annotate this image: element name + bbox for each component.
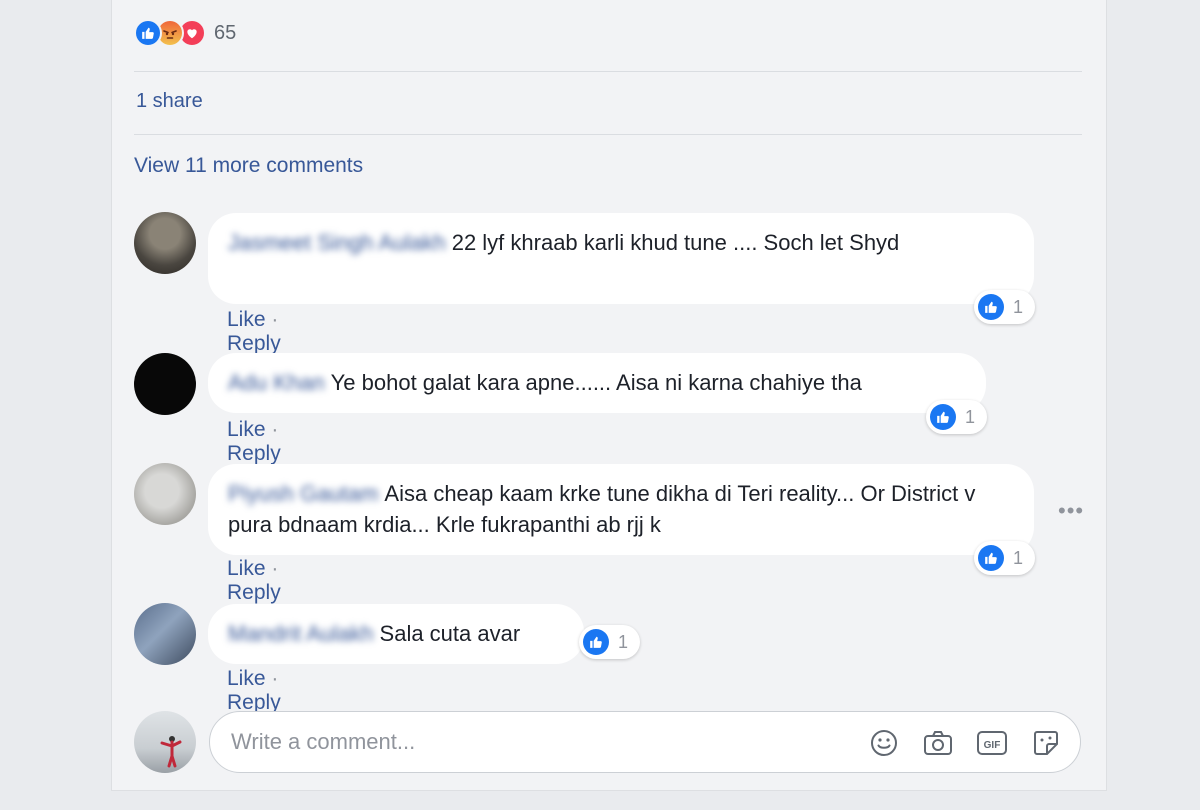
avatar[interactable] bbox=[134, 603, 196, 665]
sticker-icon[interactable] bbox=[1029, 726, 1063, 760]
comment-like-count[interactable]: 1 bbox=[974, 541, 1036, 575]
reaction-count[interactable]: 65 bbox=[214, 22, 236, 45]
gif-icon[interactable]: GIF bbox=[975, 726, 1009, 760]
avatar[interactable] bbox=[134, 353, 196, 415]
more-options-icon[interactable]: ••• bbox=[1058, 498, 1084, 524]
like-reaction-icon bbox=[134, 19, 162, 47]
comment-input[interactable]: Write a comment... GIF bbox=[209, 711, 1081, 773]
comment-bubble: Piyush Gautam Aisa cheap kaam krke tune d… bbox=[208, 464, 1034, 555]
svg-text:GIF: GIF bbox=[984, 740, 1001, 751]
separator: · bbox=[265, 667, 279, 690]
divider bbox=[134, 134, 1082, 135]
comment-text: Sala cuta avar bbox=[379, 621, 521, 646]
like-icon bbox=[978, 545, 1004, 571]
comment-like-count[interactable]: 1 bbox=[579, 625, 641, 659]
like-icon bbox=[583, 629, 609, 655]
comment-input-placeholder: Write a comment... bbox=[231, 729, 416, 754]
reply-button[interactable]: Reply bbox=[227, 332, 281, 355]
separator: · bbox=[265, 308, 279, 331]
reply-button[interactable]: Reply bbox=[227, 442, 281, 465]
avatar[interactable] bbox=[134, 212, 196, 274]
share-count-link[interactable]: 1 share bbox=[136, 90, 203, 113]
like-button[interactable]: Like bbox=[227, 418, 266, 441]
comment-author[interactable]: Piyush Gautam bbox=[228, 481, 378, 506]
like-count-number: 1 bbox=[618, 631, 629, 652]
emoji-icon[interactable] bbox=[867, 726, 901, 760]
separator: · bbox=[265, 418, 279, 441]
like-icon bbox=[930, 404, 956, 430]
comment-author[interactable]: Mandrit Aulakh bbox=[228, 621, 374, 646]
like-count-number: 1 bbox=[965, 406, 976, 427]
like-icon bbox=[978, 294, 1004, 320]
comment-bubble: Jasmeet Singh Aulakh 22 lyf khraab karli … bbox=[208, 213, 1034, 304]
comment-bubble: Adu Khan Ye bohot galat kara apne...... A… bbox=[208, 353, 986, 413]
like-button[interactable]: Like bbox=[227, 667, 266, 690]
view-more-comments-link[interactable]: View 11 more comments bbox=[134, 154, 363, 178]
separator: · bbox=[265, 557, 279, 580]
avatar[interactable] bbox=[134, 463, 196, 525]
divider bbox=[134, 71, 1082, 72]
comment-text: 22 lyf khraab karli khud tune .... Soch … bbox=[451, 230, 900, 255]
like-button[interactable]: Like bbox=[227, 308, 266, 331]
comment-like-count[interactable]: 1 bbox=[926, 400, 988, 434]
like-count-number: 1 bbox=[1013, 296, 1024, 317]
reactions-summary[interactable]: 65 bbox=[134, 18, 236, 48]
comment-author[interactable]: Adu Khan bbox=[228, 370, 325, 395]
camera-icon[interactable] bbox=[921, 726, 955, 760]
reply-button[interactable]: Reply bbox=[227, 581, 281, 604]
current-user-avatar[interactable] bbox=[134, 711, 196, 773]
comment-like-count[interactable]: 1 bbox=[974, 290, 1036, 324]
comment-bubble: Mandrit Aulakh Sala cuta avar bbox=[208, 604, 584, 664]
like-count-number: 1 bbox=[1013, 547, 1024, 568]
comment-text: Ye bohot galat kara apne...... Aisa ni k… bbox=[330, 370, 862, 395]
like-button[interactable]: Like bbox=[227, 557, 266, 580]
comment-author[interactable]: Jasmeet Singh Aulakh bbox=[228, 230, 446, 255]
